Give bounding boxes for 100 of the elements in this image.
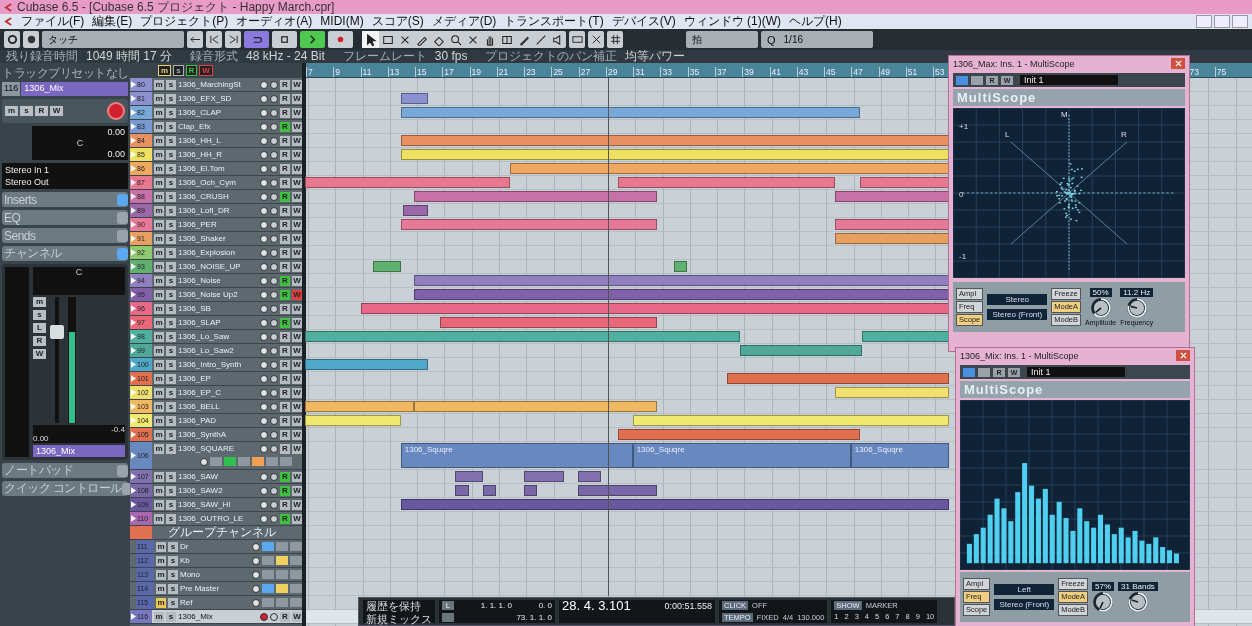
mute-toggle[interactable]: m [154,205,164,216]
audio-clip[interactable] [617,429,861,440]
power-icon[interactable] [963,367,975,377]
read-automation-toggle[interactable]: R [280,345,290,356]
record-enable-icon[interactable] [260,416,268,425]
audio-clip[interactable] [414,289,950,300]
record-enable-icon[interactable] [260,262,268,271]
track-toggle[interactable]: W [50,106,63,116]
mute-toggle[interactable]: m [154,317,164,328]
read-automation-toggle[interactable]: R [280,79,290,90]
solo-toggle[interactable]: s [166,513,176,524]
solo-toggle[interactable]: s [166,331,176,342]
cycle-button[interactable] [244,31,269,48]
record-enable-icon[interactable] [260,318,268,327]
solo-toggle[interactable]: s [166,261,176,272]
mute-toggle[interactable]: m [156,555,166,566]
read-automation-toggle[interactable]: R [280,415,290,426]
mute-toggle[interactable]: m [154,611,164,622]
audio-clip[interactable] [305,177,510,188]
mute-toggle[interactable]: m [154,359,164,370]
read-automation-toggle[interactable]: R [280,233,290,244]
mute-toggle[interactable]: m [154,443,164,454]
write-automation-toggle[interactable]: W [292,373,302,384]
menu-item[interactable]: プロジェクト(P) [140,14,229,29]
audio-clip[interactable] [400,135,950,146]
audio-clip[interactable] [403,205,428,216]
mute-toggle[interactable]: m [154,163,164,174]
mute-toggle[interactable]: m [154,387,164,398]
mute-toggle[interactable]: m [156,569,166,580]
global-toggle[interactable]: m [158,65,172,76]
info-value[interactable]: 1049 時間 17 分 [86,50,173,63]
audio-clip[interactable] [361,303,950,314]
info-value[interactable]: 30 fps [434,50,468,63]
solo-toggle[interactable]: s [166,359,176,370]
mute-toggle[interactable]: m [154,121,164,132]
audio-clip[interactable] [373,261,401,272]
write-automation-toggle[interactable]: W [292,93,302,104]
write-automation-toggle[interactable]: W [292,233,302,244]
read-automation-toggle[interactable]: R [280,443,290,454]
mute-toggle[interactable]: m [154,373,164,384]
menu-item[interactable]: トランスポート(T) [504,14,604,29]
solo-toggle[interactable]: s [166,611,176,622]
write-automation-toggle[interactable]: W [292,429,302,440]
read-automation-toggle[interactable]: R [280,513,290,524]
audio-clip[interactable] [305,401,415,412]
record-enable-icon[interactable] [260,234,268,243]
global-toggle[interactable]: W [199,65,213,76]
speaker-dropdown[interactable]: Stereo (Front) [987,309,1048,320]
audio-clip[interactable] [440,317,658,328]
mute-toggle[interactable]: m [156,583,166,594]
solo-toggle[interactable]: s [166,303,176,314]
fader-handle[interactable] [50,325,64,340]
edit-icon[interactable] [200,457,208,466]
snap-button[interactable] [588,31,604,48]
solo-toggle[interactable]: s [166,499,176,510]
solo-toggle[interactable]: s [166,275,176,286]
record-enable-icon[interactable] [260,122,268,131]
record-enable-icon[interactable] [260,136,268,145]
write-automation-toggle[interactable]: W [292,261,302,272]
time-display[interactable]: 0:00:51.558 [664,600,712,611]
solo-toggle[interactable]: s [166,121,176,132]
read-automation-toggle[interactable]: R [280,331,290,342]
global-toggle[interactable]: R [185,65,198,76]
mute-toggle[interactable]: m [154,471,164,482]
grid-type-dropdown[interactable]: 拍 [686,31,758,48]
audio-clip[interactable] [860,177,950,188]
record-enable-icon[interactable] [260,346,268,355]
record-enable-icon[interactable] [260,444,268,453]
audio-clip[interactable] [632,415,950,426]
solo-toggle[interactable]: s [166,429,176,440]
play-button[interactable] [300,31,325,48]
audio-clip[interactable] [834,233,950,244]
record-enable-icon[interactable] [260,430,268,439]
track-name-field[interactable]: 1306_Mix [21,82,128,96]
write-automation-toggle[interactable]: W [292,331,302,342]
solo-toggle[interactable]: s [166,149,176,160]
info-value[interactable]: 均等パワー [625,50,686,63]
mute-toggle[interactable]: m [154,275,164,286]
solo-toggle[interactable]: s [166,163,176,174]
read-automation-toggle[interactable]: R [280,261,290,272]
mute-toggle[interactable]: m [154,429,164,440]
quantize-dropdown[interactable]: Q 1/16 [761,31,873,48]
channel-dropdown[interactable]: Stereo [987,294,1048,305]
knob[interactable] [1125,297,1148,319]
track-toggle[interactable]: R [35,106,48,116]
read-automation-toggle[interactable]: R [280,149,290,160]
preset-field[interactable]: Init 1 [1020,75,1118,85]
right-locator-value[interactable]: 73. 1. 1. 0 [516,613,552,622]
audio-clip[interactable] [578,485,658,496]
solo-toggle[interactable]: s [166,289,176,300]
audio-clip[interactable] [617,177,835,188]
mute-toggle[interactable]: m [154,303,164,314]
record-enable-icon[interactable] [260,486,268,495]
solo-toggle[interactable]: s [166,485,176,496]
solo-toggle[interactable]: s [166,345,176,356]
record-enable-icon[interactable] [260,612,268,621]
write-automation-toggle[interactable]: W [292,471,302,482]
record-enable-icon[interactable] [260,150,268,159]
audio-clip[interactable] [834,219,950,230]
audio-clip[interactable] [523,471,565,482]
